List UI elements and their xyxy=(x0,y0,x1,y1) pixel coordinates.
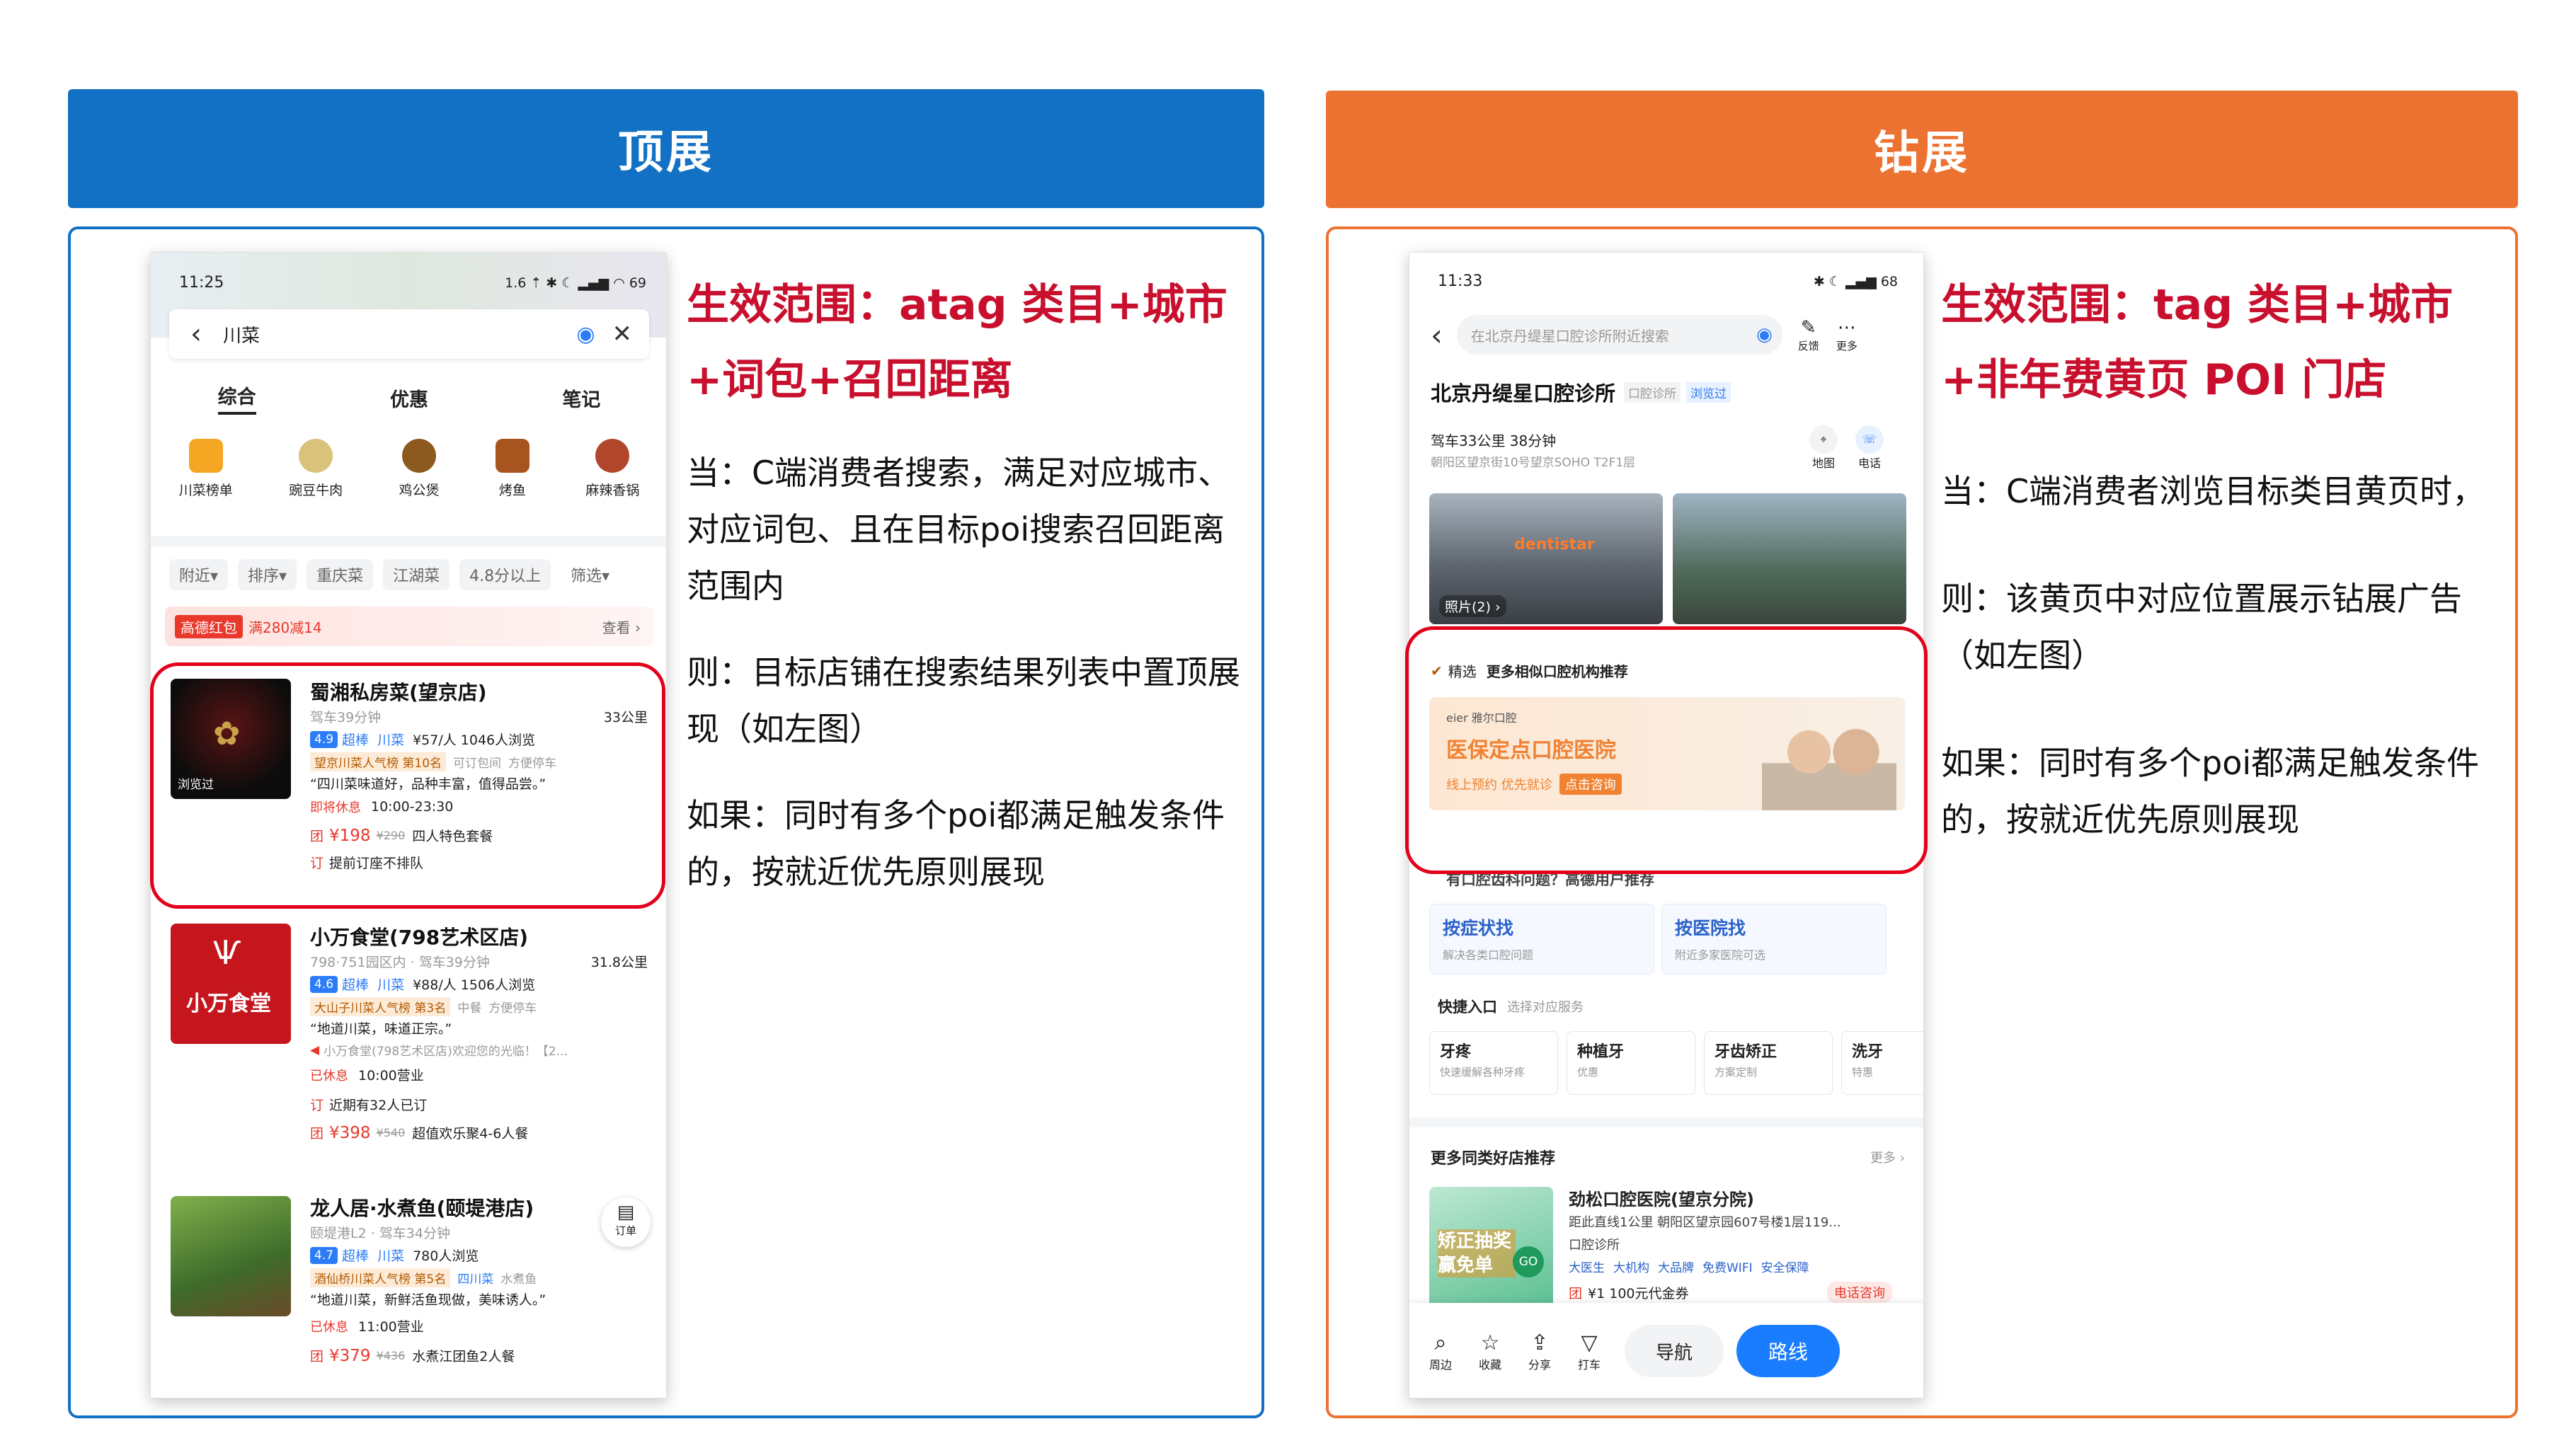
nearby-search-input[interactable]: 在北京丹缇星口腔诊所附近搜索 ◉ xyxy=(1456,315,1782,355)
order-float-button[interactable]: ▤ 订单 xyxy=(601,1197,651,1247)
category-item[interactable]: 川菜榜单 xyxy=(179,438,233,499)
phone-icon: ☏ xyxy=(1855,425,1884,454)
category-item[interactable]: 麻辣香锅 xyxy=(585,438,639,499)
ranking-icon xyxy=(188,438,223,473)
tab-deals[interactable]: 优惠 xyxy=(390,384,428,412)
listing-item[interactable]: 龙人居·水煮鱼(颐堤港店) 颐堤港L2 · 驾车34分钟 3 ▤ 订单 4.7 … xyxy=(151,1190,666,1398)
tab-comprehensive[interactable]: 综合 xyxy=(217,381,256,415)
service-card-cleaning[interactable]: 洗牙 特惠 xyxy=(1841,1031,1923,1095)
search-icon: ⌕ xyxy=(1434,1330,1447,1355)
find-by-hospital-card[interactable]: 按医院找 附近多家医院可选 xyxy=(1661,904,1887,975)
service-card-implant[interactable]: 种植牙 优惠 xyxy=(1567,1031,1695,1095)
nav-favorite[interactable]: ☆ 收藏 xyxy=(1479,1331,1501,1372)
coupon-text: 满280减14 xyxy=(248,619,322,636)
coupon-more[interactable]: 查看 › xyxy=(602,616,641,637)
reserve-icon: 订 xyxy=(310,1098,324,1113)
nav-taxi[interactable]: ▽ 打车 xyxy=(1578,1331,1601,1372)
condition-text: 当：C端消费者搜索，满足对应城市、对应词包、且在目标poi搜索召回距离范围内 xyxy=(687,454,1231,605)
antler-logo-icon: Ѱ xyxy=(213,933,241,972)
similar-shop-name[interactable]: 劲松口腔医院(望京分院) xyxy=(1569,1185,1754,1210)
service-card-toothache[interactable]: 牙疼 快速缓解各种牙疼 xyxy=(1429,1031,1558,1095)
more-button[interactable]: ⋯ 更多 xyxy=(1836,317,1857,353)
location-pin-icon: ⌖ xyxy=(1809,425,1838,454)
filter-chongqing[interactable]: 重庆菜 xyxy=(307,559,374,590)
result-text: 则：该黄页中对应位置展示钻展广告（如左图） xyxy=(1941,580,2462,674)
share-icon: ⇪ xyxy=(1530,1330,1549,1355)
condition-text: 当：C端消费者浏览目标类目黄页时， xyxy=(1941,472,2485,510)
scope-headline: 生效范围：tag 类目+城市+非年费黄页 POI 门店 xyxy=(1941,280,2454,405)
voice-icon[interactable]: ◉ xyxy=(1756,324,1773,345)
priority-text: 如果：同时有多个poi都满足触发条件的，按就近优先原则展现 xyxy=(687,796,1225,891)
back-icon[interactable]: ‹ xyxy=(190,318,202,350)
dish-icon xyxy=(299,438,333,473)
filter-nearby[interactable]: 附近▾ xyxy=(169,559,229,590)
tab-notes[interactable]: 笔记 xyxy=(562,384,600,412)
back-icon[interactable]: ‹ xyxy=(1431,318,1443,352)
voice-icon[interactable]: ◉ xyxy=(576,322,595,347)
dish-icon xyxy=(495,438,529,473)
coupon-bar[interactable]: 高德红包 满280减14 查看 › xyxy=(165,607,653,646)
nav-nearby[interactable]: ⌕ 周边 xyxy=(1429,1331,1452,1372)
restaurant-thumbnail xyxy=(171,1196,291,1316)
status-time: 11:25 xyxy=(179,274,224,292)
search-bar[interactable]: ‹ 川菜 ◉ ✕ xyxy=(169,309,649,359)
poi-name: 北京丹缇星口腔诊所 xyxy=(1431,381,1616,406)
status-icons: ✱ ☾ ▂▄▆ 68 xyxy=(1813,273,1898,289)
search-query[interactable]: 川菜 xyxy=(223,321,260,347)
phone-button[interactable]: ☏ 电话 xyxy=(1855,425,1884,471)
call-consult-button[interactable]: 电话咨询 xyxy=(1827,1282,1892,1303)
listing-name[interactable]: 龙人居·水煮鱼(颐堤港店) xyxy=(310,1193,534,1222)
service-card-orthodontics[interactable]: 牙齿矫正 方案定制 xyxy=(1704,1031,1833,1095)
listing-name[interactable]: 小万食堂(798艺术区店) xyxy=(310,922,528,950)
close-icon[interactable]: ✕ xyxy=(612,320,633,348)
top-display-description: 生效范围：atag 类目+城市+词包+召回距离 当：C端消费者搜索，满足对应城市… xyxy=(687,268,1246,900)
navigate-button[interactable]: 导航 xyxy=(1625,1325,1724,1377)
deal-icon: 团 xyxy=(310,1349,324,1364)
go-icon: GO xyxy=(1513,1246,1544,1277)
status-icons: 1.6 ⇡ ✱ ☾ ▂▄▆ ◠ 69 xyxy=(505,275,646,291)
filter-jianghu[interactable]: 江湖菜 xyxy=(383,559,450,590)
map-button[interactable]: ⌖ 地图 xyxy=(1809,425,1838,471)
nav-share[interactable]: ⇪ 分享 xyxy=(1528,1331,1551,1372)
storefront-photo[interactable] xyxy=(1673,493,1906,624)
speaker-icon: ◀ xyxy=(310,1042,320,1057)
diamond-ad-highlight xyxy=(1405,626,1928,874)
photos-count[interactable]: 照片(2) › xyxy=(1439,595,1506,617)
category-item[interactable]: 豌豆牛肉 xyxy=(289,438,343,499)
taxi-icon: ▽ xyxy=(1581,1330,1598,1355)
star-icon: ☆ xyxy=(1480,1330,1500,1355)
feedback-button[interactable]: ✎ 反馈 xyxy=(1798,317,1819,353)
more-icon: ⋯ xyxy=(1837,316,1856,338)
find-by-symptom-card[interactable]: 按症状找 解决各类口腔问题 xyxy=(1429,904,1654,975)
result-text: 则：目标店铺在搜索结果列表中置顶展现（如左图） xyxy=(687,653,1240,748)
scope-headline: 生效范围：atag 类目+城市+词包+召回距离 xyxy=(687,280,1227,405)
dish-icon xyxy=(595,438,630,473)
diamond-display-header: 钻展 xyxy=(1326,91,2518,208)
route-button[interactable]: 路线 xyxy=(1736,1325,1841,1377)
category-item[interactable]: 烤鱼 xyxy=(495,438,529,499)
filter-sort[interactable]: 排序▾ xyxy=(238,559,297,590)
order-icon: ▤ xyxy=(617,1202,635,1223)
priority-text: 如果：同时有多个poi都满足触发条件的，按就近优先原则展现 xyxy=(1941,744,2480,839)
coupon-badge: 高德红包 xyxy=(175,614,243,638)
diamond-display-description: 生效范围：tag 类目+城市+非年费黄页 POI 门店 当：C端消费者浏览目标类… xyxy=(1941,268,2500,848)
status-time: 11:33 xyxy=(1438,272,1483,290)
listing-item[interactable]: Ѱ 小万食堂 小万食堂(798艺术区店) 798·751园区内 · 驾车39分钟… xyxy=(151,918,666,1180)
top-listing-highlight xyxy=(150,662,665,909)
category-item[interactable]: 鸡公煲 xyxy=(399,438,439,499)
restaurant-thumbnail: Ѱ 小万食堂 xyxy=(171,924,291,1044)
similar-shop-thumbnail[interactable]: 矫正抽奖 赢免单 GO xyxy=(1429,1187,1553,1311)
deal-icon: 团 xyxy=(1569,1286,1583,1302)
edit-icon: ✎ xyxy=(1800,316,1816,338)
deal-icon: 团 xyxy=(310,1126,324,1142)
filter-more[interactable]: 筛选▾ xyxy=(561,559,619,590)
filter-rating[interactable]: 4.8分以上 xyxy=(459,559,551,590)
storefront-photo[interactable]: dentistar 照片(2) › xyxy=(1429,493,1663,624)
top-display-header: 顶展 xyxy=(68,89,1264,208)
dish-icon xyxy=(401,438,436,473)
similar-more-link[interactable]: 更多 › xyxy=(1870,1148,1905,1166)
